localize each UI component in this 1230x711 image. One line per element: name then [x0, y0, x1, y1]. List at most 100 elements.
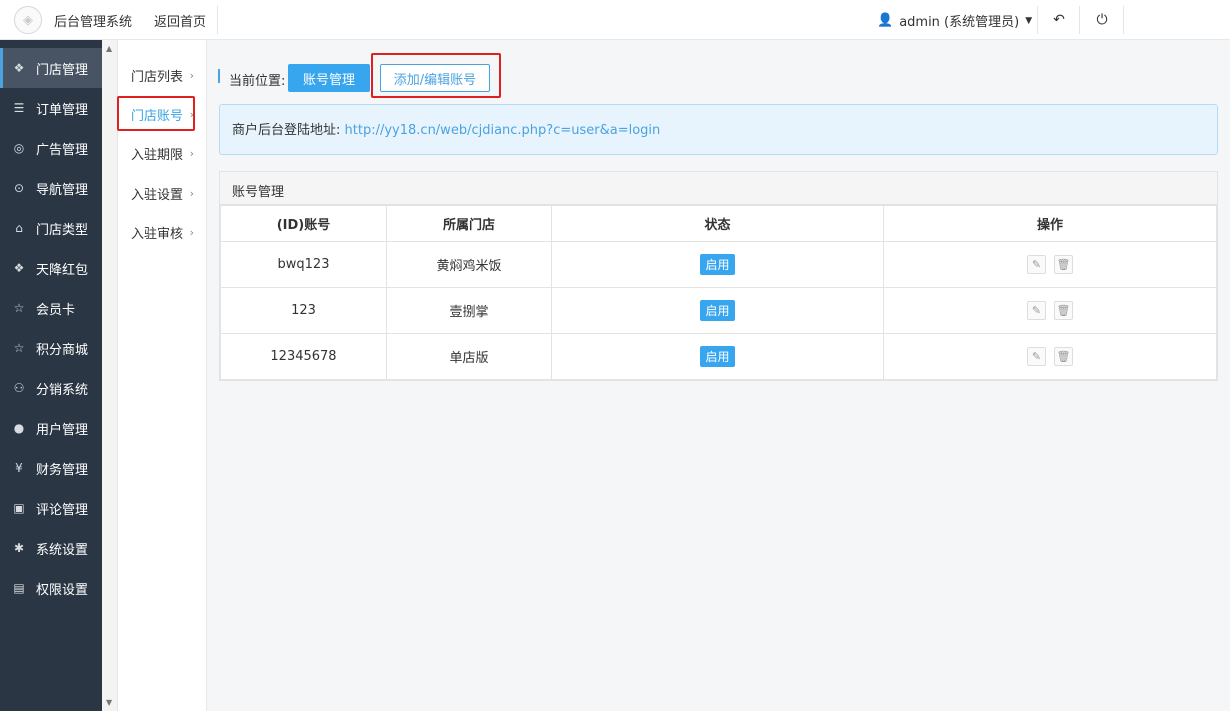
scroll-down-icon[interactable]: ▼ — [106, 698, 112, 707]
money-icon: ▣ — [13, 501, 25, 515]
sidebar-item-label: 天降红包 — [36, 262, 89, 278]
edit-icon[interactable]: ✎ — [1027, 301, 1046, 320]
sidebar-item-permissions[interactable]: ▤ 权限设置 — [0, 568, 102, 608]
account-cell: 12345678 — [220, 333, 387, 380]
logo-icon: ◈ — [14, 6, 42, 34]
store-cell: 壹捌掌 — [386, 287, 552, 334]
sidebar-item-users[interactable]: ● 用户管理 — [0, 408, 102, 448]
submenu-item-label: 门店列表 — [131, 69, 184, 85]
star-icon: ☆ — [13, 341, 25, 355]
sub-menu: ▲ ▼ 门店列表 › 门店账号 › 入驻期限 › 入驻设置 › 入驻审核 › — [102, 40, 207, 711]
sidebar-item-red-packets[interactable]: ❖ 天降红包 — [0, 248, 102, 288]
sidebar-item-label: 门店管理 — [36, 62, 89, 78]
account-cell: bwq123 — [220, 241, 387, 288]
submenu-item-entry-settings[interactable]: 入驻设置 › — [119, 175, 206, 211]
edit-icon[interactable]: ✎ — [1027, 255, 1046, 274]
list-icon: ☰ — [13, 101, 25, 115]
user-icon: 👤 — [877, 13, 894, 28]
highlight-box — [117, 96, 195, 131]
table-row: 123 壹捌掌 启用 ✎ 🗑 — [220, 287, 1217, 334]
edit-icon[interactable]: ✎ — [1027, 347, 1046, 366]
gear-icon: ✱ — [13, 541, 25, 555]
table-header: (ID)账号 所属门店 状态 操作 — [220, 205, 1217, 242]
sidebar-item-label: 用户管理 — [36, 422, 89, 438]
actions-cell: ✎ 🗑 — [883, 241, 1217, 288]
column-header: 操作 — [883, 205, 1217, 242]
status-badge[interactable]: 启用 — [700, 346, 735, 367]
panel-title: 账号管理 — [220, 172, 1217, 205]
store-cell: 黄焖鸡米饭 — [386, 241, 552, 288]
column-header: 所属门店 — [386, 205, 552, 242]
divider — [1037, 6, 1038, 34]
column-header: (ID)账号 — [220, 205, 387, 242]
trash-icon[interactable]: 🗑 — [1054, 301, 1073, 320]
back-icon[interactable]: ↶ — [1049, 10, 1069, 30]
bank-icon: ⌂ — [15, 221, 23, 235]
sidebar-item-stores[interactable]: ❖ 门店管理 — [0, 48, 102, 88]
actions-cell: ✎ 🗑 — [883, 287, 1217, 334]
caret-down-icon: ▼ — [1025, 15, 1033, 26]
app-title: 后台管理系统 — [54, 15, 133, 30]
scrollbar[interactable]: ▲ ▼ — [102, 40, 118, 711]
column-header: 状态 — [551, 205, 884, 242]
user-name: admin (系统管理员) — [899, 15, 1020, 30]
power-icon[interactable]: ⏻ — [1092, 10, 1112, 30]
submenu-item-entry-period[interactable]: 入驻期限 › — [119, 135, 206, 171]
sidebar-item-distribution[interactable]: ⚇ 分销系统 — [0, 368, 102, 408]
top-bar: ◈ 后台管理系统 返回首页 👤 admin (系统管理员) ▼ ↶ ⏻ — [0, 0, 1230, 40]
sidebar-item-label: 订单管理 — [36, 102, 89, 118]
highlight-box — [371, 53, 501, 98]
sidebar-item-label: 导航管理 — [36, 182, 89, 198]
home-link[interactable]: 返回首页 — [154, 11, 206, 30]
divider — [217, 6, 218, 34]
store-cell: 单店版 — [386, 333, 552, 380]
actions-cell: ✎ 🗑 — [883, 333, 1217, 380]
table-row: 12345678 单店版 启用 ✎ 🗑 — [220, 333, 1217, 380]
status-badge[interactable]: 启用 — [700, 254, 735, 275]
sidebar-item-points-mall[interactable]: ☆ 积分商城 — [0, 328, 102, 368]
notice-label: 商户后台登陆地址: — [232, 123, 341, 138]
sidebar-item-label: 门店类型 — [36, 222, 89, 238]
chevron-right-icon: › — [189, 225, 194, 239]
sidebar-item-comments[interactable]: ▣ 评论管理 — [0, 488, 102, 528]
sidebar-item-member-card[interactable]: ☆ 会员卡 — [0, 288, 102, 328]
divider — [1079, 6, 1080, 34]
account-cell: 123 — [220, 287, 387, 334]
sidebar-item-label: 会员卡 — [36, 302, 76, 318]
divider — [1123, 6, 1124, 34]
sidebar-item-label: 积分商城 — [36, 342, 89, 358]
sidebar-item-finance[interactable]: ¥ 财务管理 — [0, 448, 102, 488]
user-icon: ● — [13, 421, 25, 435]
account-management-button[interactable]: 账号管理 — [288, 64, 370, 92]
status-cell: 启用 — [551, 287, 884, 334]
chevron-right-icon: › — [189, 146, 194, 160]
submenu-item-label: 入驻审核 — [131, 226, 184, 242]
user-menu[interactable]: 👤 admin (系统管理员) ▼ — [877, 11, 1032, 30]
submenu-item-store-list[interactable]: 门店列表 › — [119, 57, 206, 93]
sidebar-item-navigation[interactable]: ⊙ 导航管理 — [0, 168, 102, 208]
submenu-item-label: 入驻设置 — [131, 187, 184, 203]
status-badge[interactable]: 启用 — [700, 300, 735, 321]
main-sidebar: ❖ 门店管理 ☰ 订单管理 ◎ 广告管理 ⊙ 导航管理 ⌂ 门店类型 ❖ 天降红包 ☆ 会员卡… — [0, 40, 102, 711]
lock-icon: ▤ — [13, 581, 25, 595]
login-url-notice: 商户后台登陆地址: http://yy18.cn/web/cjdianc.php… — [219, 104, 1218, 155]
breadcrumb-label: 当前位置: — [229, 74, 286, 89]
breadcrumb-marker — [218, 69, 220, 83]
cubes-icon: ❖ — [13, 261, 25, 275]
sidebar-item-settings[interactable]: ✱ 系统设置 — [0, 528, 102, 568]
lifebuoy-icon: ◎ — [13, 141, 25, 155]
submenu-item-label: 入驻期限 — [131, 147, 184, 163]
scroll-up-icon[interactable]: ▲ — [106, 44, 112, 53]
sidebar-item-orders[interactable]: ☰ 订单管理 — [0, 88, 102, 128]
sidebar-item-ads[interactable]: ◎ 广告管理 — [0, 128, 102, 168]
sidebar-item-label: 权限设置 — [36, 582, 89, 598]
star-icon: ☆ — [13, 301, 25, 315]
login-url-link[interactable]: http://yy18.cn/web/cjdianc.php?c=user&a=… — [345, 123, 661, 138]
compass-icon: ⊙ — [13, 181, 25, 195]
sidebar-item-store-types[interactable]: ⌂ 门店类型 — [0, 208, 102, 248]
trash-icon[interactable]: 🗑 — [1054, 255, 1073, 274]
submenu-item-entry-review[interactable]: 入驻审核 › — [119, 214, 206, 250]
trash-icon[interactable]: 🗑 — [1054, 347, 1073, 366]
chevron-right-icon: › — [189, 186, 194, 200]
sidebar-item-label: 分销系统 — [36, 382, 89, 398]
